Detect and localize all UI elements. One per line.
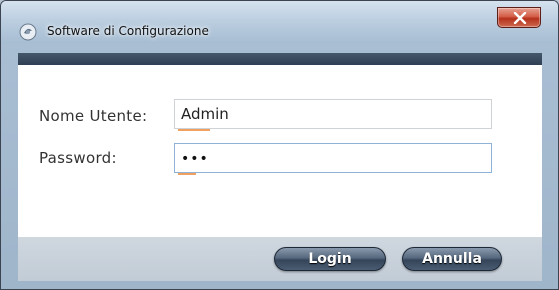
username-label: Nome Utente:	[39, 107, 148, 125]
form-panel: Nome Utente: Admin Password: •••	[18, 65, 542, 237]
window-title: Software di Configurazione	[47, 24, 209, 38]
password-mask: •••	[181, 151, 209, 167]
username-field-accent	[178, 129, 210, 131]
username-field[interactable]: Admin	[174, 99, 492, 129]
header-strip	[18, 53, 542, 65]
app-logo-icon	[19, 23, 37, 41]
title-bar[interactable]: Software di Configurazione	[1, 1, 558, 43]
password-field-accent	[178, 173, 196, 175]
password-label: Password:	[39, 149, 117, 167]
login-button[interactable]: Login	[274, 247, 386, 271]
cancel-button[interactable]: Annulla	[402, 247, 502, 271]
close-icon	[513, 12, 527, 24]
button-bar: Login Annulla	[18, 237, 542, 281]
login-dialog: Software di Configurazione Nome Utente: …	[0, 0, 559, 290]
password-field[interactable]: •••	[174, 143, 492, 173]
close-button[interactable]	[497, 7, 541, 28]
